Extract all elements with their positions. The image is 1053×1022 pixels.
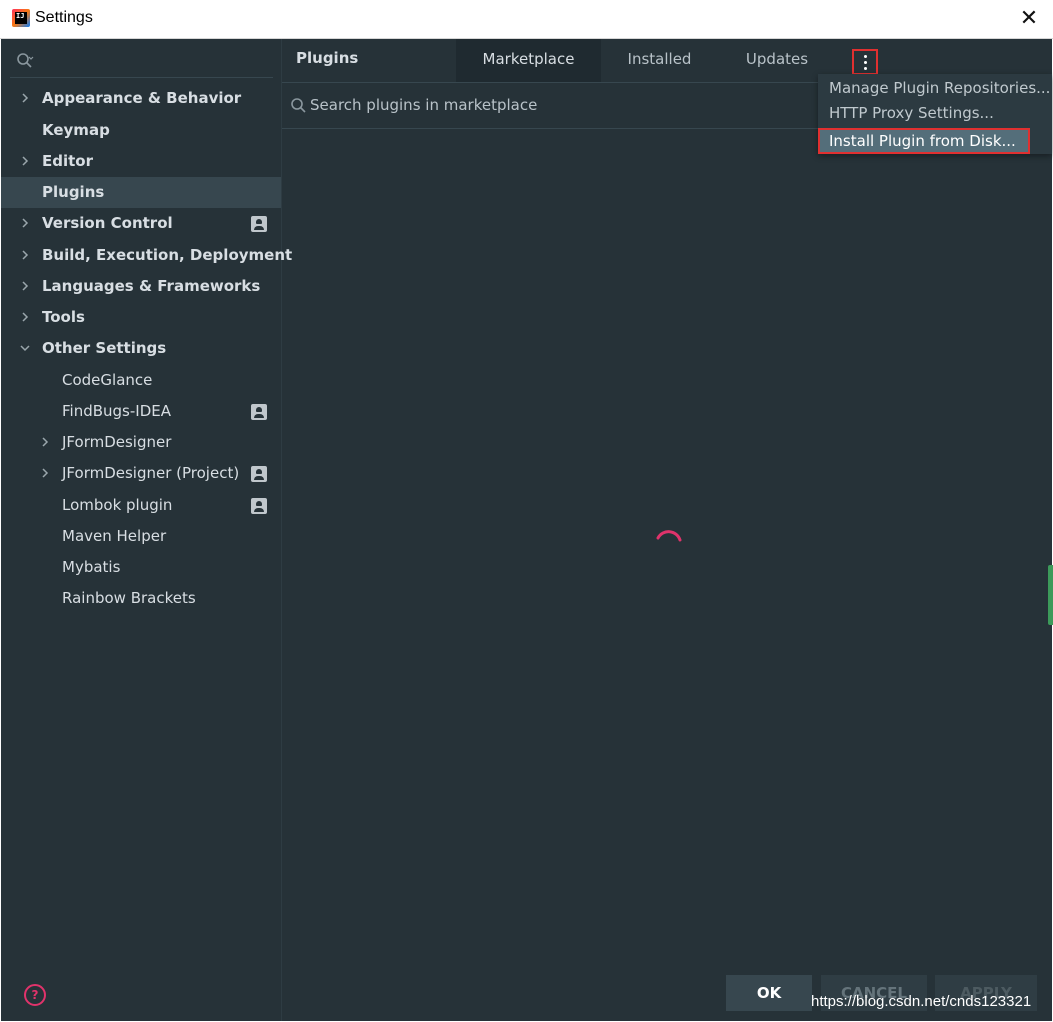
title-bar: IJ Settings ✕ bbox=[0, 0, 1053, 39]
window-title: Settings bbox=[35, 9, 93, 26]
tab-installed[interactable]: Installed bbox=[612, 39, 707, 82]
menu-item-manage-repositories[interactable]: Manage Plugin Repositories... bbox=[818, 75, 1052, 101]
sidebar-item-label: Version Control bbox=[42, 214, 173, 232]
sidebar-item-label: JFormDesigner (Project) bbox=[62, 464, 240, 482]
sidebar-item-label: Lombok plugin bbox=[62, 496, 173, 514]
sidebar-item-label: Other Settings bbox=[42, 339, 167, 357]
sidebar-item-tools[interactable]: Tools bbox=[1, 302, 281, 333]
sidebar-item-label: Keymap bbox=[42, 121, 110, 139]
search-icon bbox=[17, 53, 34, 68]
sidebar-item-editor[interactable]: Editor bbox=[1, 146, 281, 177]
project-level-icon bbox=[251, 498, 267, 514]
chevron-right-icon[interactable] bbox=[19, 155, 31, 167]
sidebar-item-label: Build, Execution, Deployment bbox=[42, 246, 293, 264]
sidebar-item-label: CodeGlance bbox=[62, 371, 153, 389]
sidebar-item-jformdesigner-project[interactable]: JFormDesigner (Project) bbox=[1, 458, 281, 489]
plugins-more-menu: Manage Plugin Repositories... HTTP Proxy… bbox=[818, 74, 1052, 154]
chevron-right-icon[interactable] bbox=[19, 280, 31, 292]
chevron-right-icon[interactable] bbox=[19, 217, 31, 229]
settings-frame: Appearance & Behavior Keymap Editor Plugins… bbox=[1, 39, 1052, 1021]
sidebar-item-findbugs-idea[interactable]: FindBugs-IDEA bbox=[1, 396, 281, 427]
sidebar-item-label: Plugins bbox=[42, 183, 105, 201]
sidebar-item-jformdesigner[interactable]: JFormDesigner bbox=[1, 427, 281, 458]
menu-item-install-from-disk[interactable]: Install Plugin from Disk... bbox=[818, 128, 1030, 154]
help-button[interactable]: ? bbox=[24, 984, 46, 1006]
watermark: https://blog.csdn.net/cnds123321 bbox=[811, 993, 1032, 1010]
chevron-right-icon[interactable] bbox=[39, 436, 51, 448]
sidebar-item-mybatis[interactable]: Mybatis bbox=[1, 552, 281, 583]
sidebar-item-version-control[interactable]: Version Control bbox=[1, 208, 281, 239]
chevron-right-icon[interactable] bbox=[19, 249, 31, 261]
menu-item-http-proxy[interactable]: HTTP Proxy Settings... bbox=[818, 100, 1052, 126]
sidebar-item-keymap[interactable]: Keymap bbox=[1, 115, 281, 146]
sidebar-item-label: Tools bbox=[42, 308, 85, 326]
project-level-icon bbox=[251, 466, 267, 482]
sidebar-item-label: Rainbow Brackets bbox=[62, 589, 196, 607]
loading-spinner-icon bbox=[656, 530, 682, 542]
ok-button[interactable]: OK bbox=[726, 975, 812, 1011]
edge-indicator bbox=[1048, 565, 1053, 625]
sidebar-item-languages-frameworks[interactable]: Languages & Frameworks bbox=[1, 271, 281, 302]
more-vertical-icon[interactable] bbox=[852, 49, 878, 75]
sidebar: Appearance & Behavior Keymap Editor Plugins… bbox=[1, 39, 292, 1021]
sidebar-item-build-execution-deployment[interactable]: Build, Execution, Deployment bbox=[1, 240, 292, 271]
intellij-logo-icon: IJ bbox=[12, 9, 30, 27]
sidebar-item-rainbow-brackets[interactable]: Rainbow Brackets bbox=[1, 583, 281, 614]
project-level-icon bbox=[251, 404, 267, 420]
project-level-icon bbox=[251, 216, 267, 232]
chevron-right-icon[interactable] bbox=[39, 467, 51, 479]
logo-text: IJ bbox=[15, 12, 27, 24]
chevron-down-icon[interactable] bbox=[19, 342, 31, 354]
sidebar-item-plugins[interactable]: Plugins bbox=[1, 177, 281, 208]
search-icon bbox=[291, 98, 306, 113]
sidebar-item-codeglance[interactable]: CodeGlance bbox=[1, 365, 281, 396]
sidebar-search[interactable] bbox=[10, 49, 273, 78]
chevron-right-icon[interactable] bbox=[19, 92, 31, 104]
tab-marketplace[interactable]: Marketplace bbox=[456, 39, 601, 82]
sidebar-item-appearance-behavior[interactable]: Appearance & Behavior bbox=[1, 83, 281, 114]
section-title: Plugins bbox=[296, 49, 359, 67]
sidebar-item-label: Languages & Frameworks bbox=[42, 277, 261, 295]
sidebar-item-label: Editor bbox=[42, 152, 93, 170]
chevron-right-icon[interactable] bbox=[19, 311, 31, 323]
plugins-panel: Plugins Marketplace Installed Updates Se… bbox=[282, 39, 1052, 1021]
tab-updates[interactable]: Updates bbox=[727, 39, 827, 82]
sidebar-item-label: Maven Helper bbox=[62, 527, 167, 545]
sidebar-item-label: JFormDesigner bbox=[62, 433, 172, 451]
sidebar-item-maven-helper[interactable]: Maven Helper bbox=[1, 521, 281, 552]
close-button[interactable]: ✕ bbox=[1015, 5, 1043, 33]
sidebar-item-label: Mybatis bbox=[62, 558, 121, 576]
sidebar-item-lombok-plugin[interactable]: Lombok plugin bbox=[1, 490, 281, 521]
search-input[interactable]: Search plugins in marketplace bbox=[310, 96, 537, 114]
sidebar-item-other-settings[interactable]: Other Settings bbox=[1, 333, 281, 364]
sidebar-item-label: Appearance & Behavior bbox=[42, 89, 242, 107]
sidebar-item-label: FindBugs-IDEA bbox=[62, 402, 171, 420]
